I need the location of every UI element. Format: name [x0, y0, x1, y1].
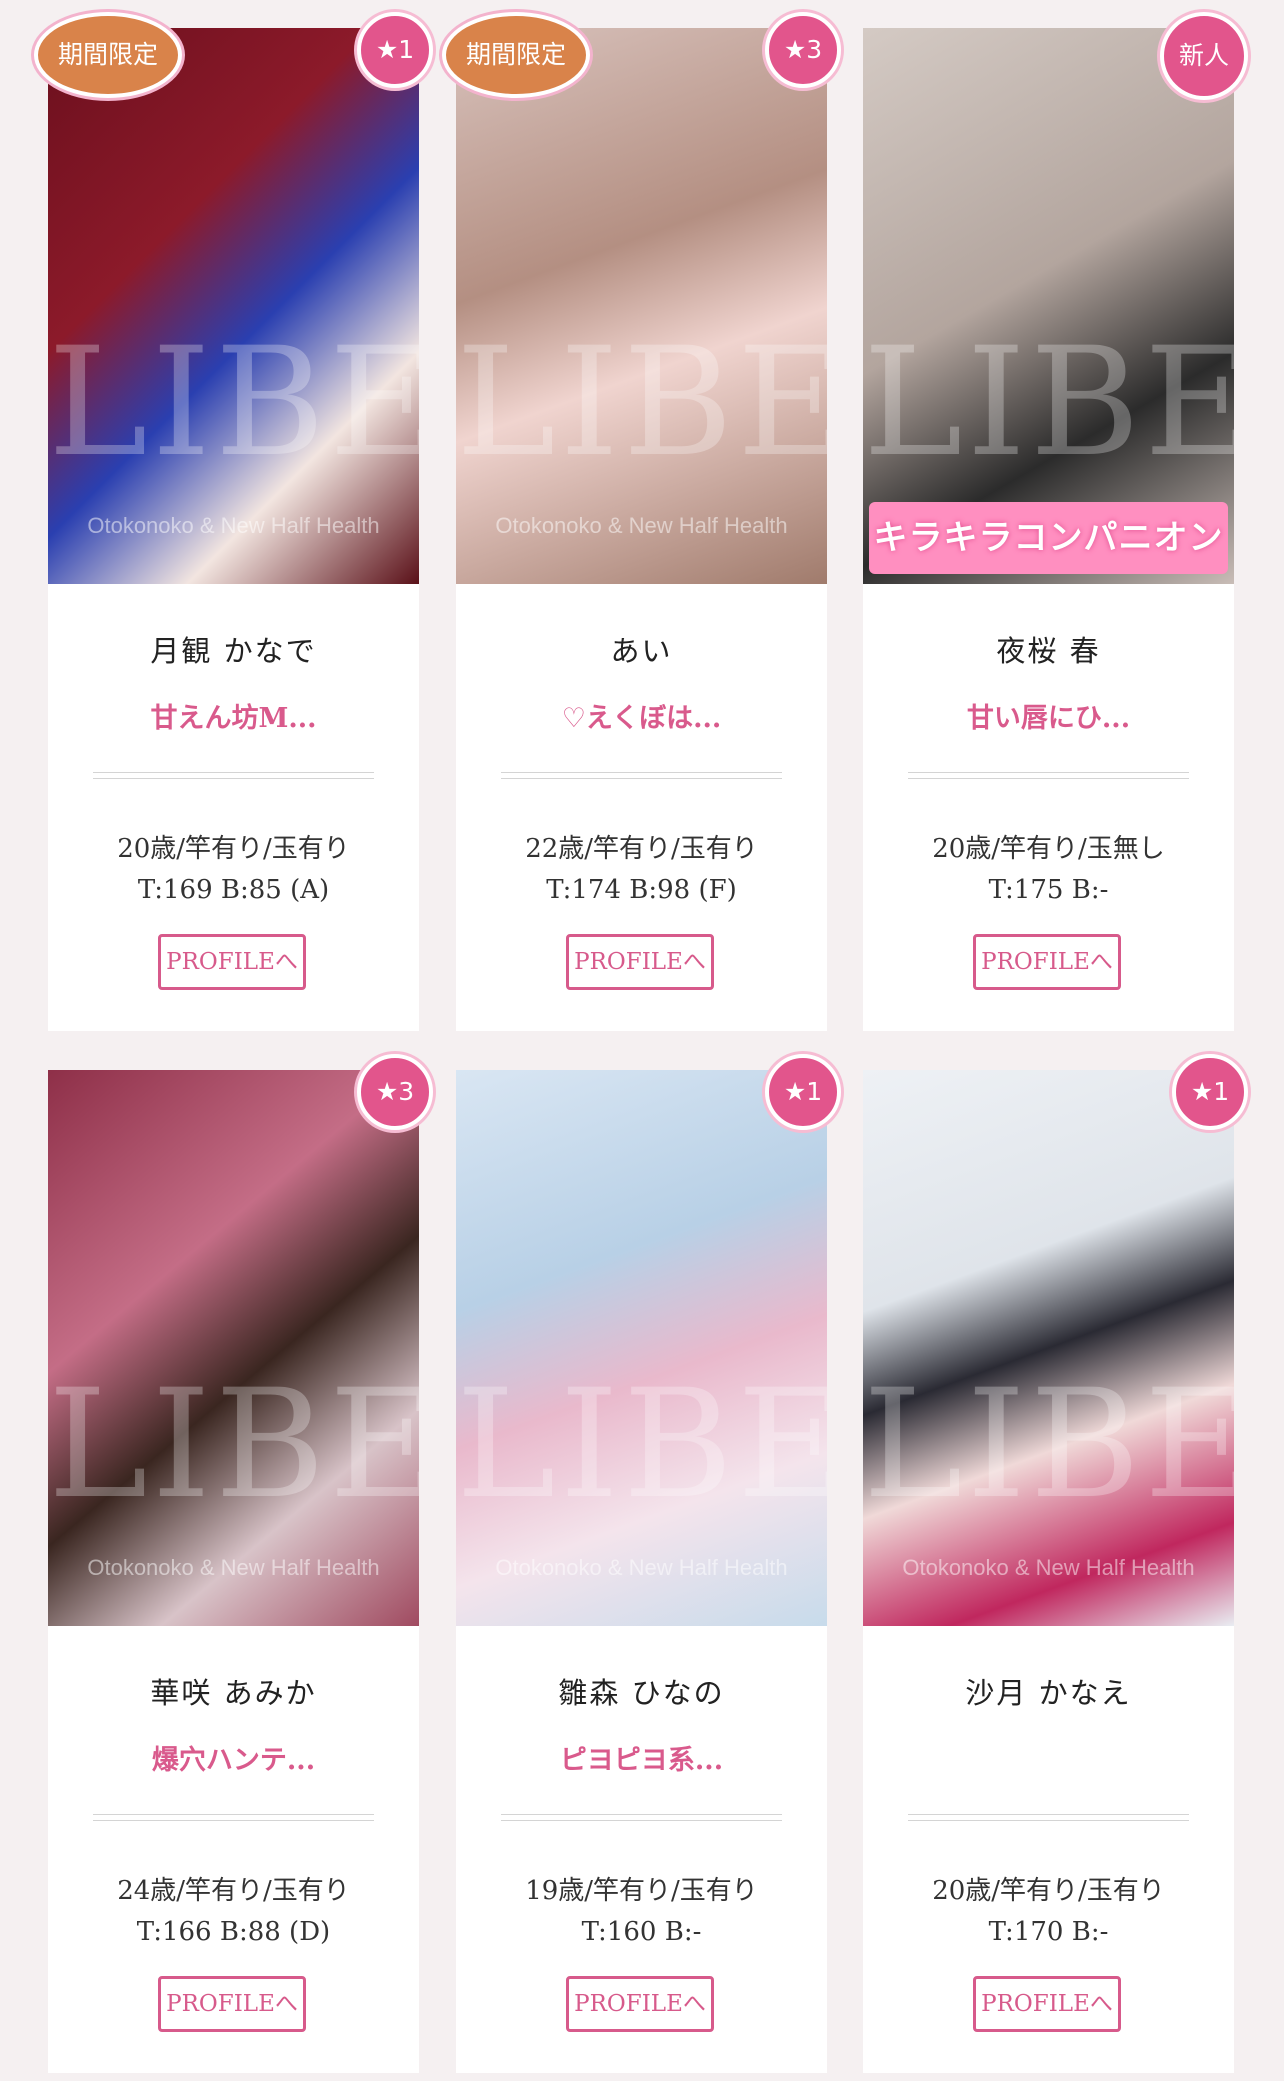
divider	[908, 772, 1189, 779]
divider	[501, 1814, 782, 1821]
photo-background	[863, 28, 1234, 584]
cast-name: 華咲 あみか	[150, 1676, 317, 1710]
cast-photo[interactable]: LIBE Otokonoko & New Half Health	[48, 28, 419, 584]
watermark: LIBE	[456, 316, 827, 490]
cast-measurements: T:169 B:85 (A)	[137, 875, 330, 905]
photo-background	[456, 1070, 827, 1626]
photo-background	[48, 1070, 419, 1626]
profile-button[interactable]: PROFILEへ	[566, 1976, 714, 2032]
profile-button[interactable]: PROFILEへ	[973, 1976, 1121, 2032]
cast-name: あい	[610, 634, 673, 668]
watermark-subtitle: Otokonoko & New Half Health	[495, 1555, 788, 1580]
watermark-subtitle: Otokonoko & New Half Health	[87, 513, 380, 538]
cast-measurements: T:160 B:-	[581, 1917, 702, 1947]
cast-catchphrase: 甘えん坊M...	[150, 703, 317, 734]
cast-profile-spec: 20歳/竿有り/玉無し	[932, 834, 1165, 864]
cast-measurements: T:166 B:88 (D)	[136, 1917, 331, 1947]
profile-button[interactable]: PROFILEへ	[566, 934, 714, 990]
cast-photo[interactable]: LIBE Otokonoko & New Half Health	[456, 28, 827, 584]
cast-name: 月観 かなで	[150, 634, 317, 668]
cast-catchphrase: ピヨピヨ系...	[559, 1745, 724, 1776]
cast-photo[interactable]: LIBE Otokonoko & New Half Health	[863, 1070, 1234, 1626]
cast-catchphrase: ♡えくぼは...	[561, 703, 722, 734]
cast-card[interactable]: LIBE Otokonoko & New Half Health 期間限定 ★1…	[34, 12, 433, 1031]
cast-name: 沙月 かなえ	[965, 1676, 1132, 1710]
cast-measurements: T:170 B:-	[988, 1917, 1109, 1947]
photo-background	[863, 1070, 1234, 1626]
profile-button[interactable]: PROFILEへ	[158, 1976, 306, 2032]
divider	[501, 772, 782, 779]
watermark: LIBE	[863, 1358, 1234, 1532]
cast-catchphrase: 爆穴ハンテ...	[151, 1745, 316, 1776]
watermark-subtitle: Otokonoko & New Half Health	[495, 513, 788, 538]
star-rank-badge: ★1	[765, 1054, 841, 1130]
photo-background	[456, 28, 827, 584]
cast-card[interactable]: LIBE Otokonoko & New Half Health ★1 沙月 か…	[863, 1054, 1248, 2073]
profile-button[interactable]: PROFILEへ	[158, 934, 306, 990]
watermark: LIBE	[456, 1358, 827, 1532]
watermark: LIBE	[48, 316, 419, 490]
cast-name: 雛森 ひなの	[558, 1676, 725, 1710]
cast-photo[interactable]: LIBE キラキラコンパニオン	[863, 28, 1234, 584]
cast-name: 夜桜 春	[996, 634, 1101, 668]
star-rank-badge: ★3	[765, 12, 841, 88]
cast-photo[interactable]: LIBE Otokonoko & New Half Health	[456, 1070, 827, 1626]
photo-background	[48, 28, 419, 584]
divider	[93, 1814, 374, 1821]
cast-catchphrase: 甘い唇にひ...	[966, 703, 1131, 734]
cast-card[interactable]: LIBE Otokonoko & New Half Health 期間限定 ★3…	[442, 12, 841, 1031]
watermark-subtitle: Otokonoko & New Half Health	[902, 1555, 1195, 1580]
watermark: LIBE	[48, 1358, 419, 1532]
limited-badge: 期間限定	[34, 12, 182, 98]
cast-card[interactable]: LIBE キラキラコンパニオン 新人 夜桜 春 甘い唇にひ... 20歳/竿有り…	[863, 12, 1248, 1031]
divider	[93, 772, 374, 779]
watermark: LIBE	[863, 316, 1234, 490]
cast-profile-spec: 20歳/竿有り/玉有り	[117, 834, 350, 864]
cast-profile-spec: 20歳/竿有り/玉有り	[932, 1876, 1165, 1906]
star-rank-badge: ★1	[1172, 1054, 1248, 1130]
limited-badge: 期間限定	[442, 12, 590, 98]
companion-banner: キラキラコンパニオン	[869, 502, 1228, 574]
cast-card[interactable]: LIBE Otokonoko & New Half Health ★3 華咲 あ…	[48, 1054, 433, 2073]
cast-photo[interactable]: LIBE Otokonoko & New Half Health	[48, 1070, 419, 1626]
watermark-subtitle: Otokonoko & New Half Health	[87, 1555, 380, 1580]
cast-profile-spec: 22歳/竿有り/玉有り	[525, 834, 758, 864]
star-rank-badge: ★3	[357, 1054, 433, 1130]
cast-measurements: T:175 B:-	[988, 875, 1109, 905]
divider	[908, 1814, 1189, 1821]
cast-measurements: T:174 B:98 (F)	[546, 875, 737, 905]
cast-profile-spec: 19歳/竿有り/玉有り	[525, 1876, 758, 1906]
star-rank-badge: ★1	[357, 12, 433, 88]
cast-profile-spec: 24歳/竿有り/玉有り	[117, 1876, 350, 1906]
new-badge: 新人	[1160, 12, 1248, 100]
profile-button[interactable]: PROFILEへ	[973, 934, 1121, 990]
cast-grid: LIBE Otokonoko & New Half Health 期間限定 ★1…	[0, 0, 1284, 2081]
cast-card[interactable]: LIBE Otokonoko & New Half Health ★1 雛森 ひ…	[456, 1054, 841, 2073]
